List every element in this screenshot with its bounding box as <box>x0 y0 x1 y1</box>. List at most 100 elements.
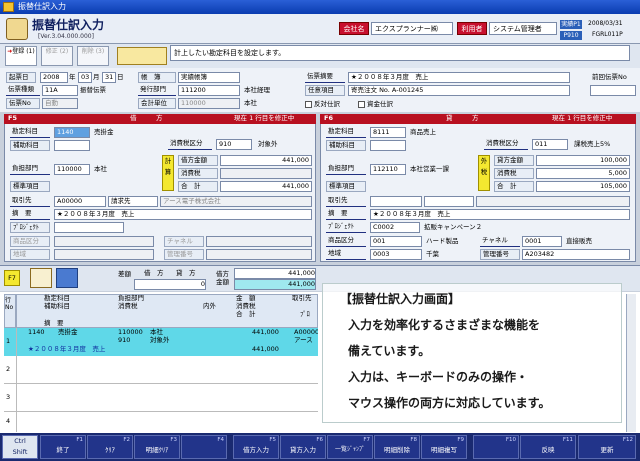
table-row[interactable]: 3 <box>4 384 318 412</box>
table-row[interactable]: 4 <box>4 412 318 432</box>
register-button[interactable]: ➜登録 (1) <box>5 46 37 66</box>
cell-total: 441,000 <box>252 345 279 353</box>
debit-partner-type[interactable]: 請求先 <box>108 196 158 207</box>
credit-memo-field[interactable]: ★２００８年３月度 売上 <box>370 209 630 220</box>
debit-project-field[interactable] <box>54 222 124 233</box>
summary-fkey: F7 <box>4 270 20 286</box>
user-label: 利用者 <box>457 22 487 35</box>
fkey-f4[interactable]: F4 <box>181 435 227 459</box>
fkey-label: 明細削除 <box>384 446 410 454</box>
fkey-f12-update[interactable]: F12 更新 <box>578 435 636 459</box>
window-title: 振替仕訳入力 <box>18 2 66 11</box>
credit-partner-type[interactable] <box>424 196 474 207</box>
debit-title: 借 方 <box>130 114 163 122</box>
fkey-f9-detail-copy[interactable]: F9 明細複写 <box>421 435 467 459</box>
slip-summary-field[interactable]: ★２００８年３月度 売上 <box>348 72 570 83</box>
col-partner: 取引先 <box>292 294 312 302</box>
issue-dept-field[interactable]: 111200 <box>178 85 240 96</box>
debit-channel-field <box>206 236 312 247</box>
debit-acct-field[interactable]: 1140 <box>54 127 90 138</box>
credit-channel-name: 直接販売 <box>566 237 592 245</box>
fkey-label: 明細複写 <box>431 446 457 454</box>
credit-memo-label: 摘 要 <box>326 209 366 220</box>
fkey-f8-detail-delete[interactable]: F8 明細削除 <box>374 435 420 459</box>
credit-product-field[interactable]: 001 <box>370 236 422 247</box>
correct-button[interactable]: 修正 (2) <box>41 46 73 66</box>
credit-partner-field[interactable] <box>370 196 422 207</box>
header-date: 2008/03/31 <box>588 20 623 27</box>
entry-month-field[interactable]: 03 <box>78 72 92 83</box>
row-no-header: 行No <box>4 294 16 328</box>
col-inner: 内外 <box>203 302 216 310</box>
company-label: 会社名 <box>339 22 369 35</box>
credit-area-field[interactable]: 0003 <box>370 249 422 260</box>
credit-acct-field[interactable]: 8111 <box>370 127 406 138</box>
notes-icon[interactable] <box>117 47 167 65</box>
debit-taxamt-field <box>220 168 312 179</box>
fkey-modifier: Ctrl Shift <box>2 435 38 459</box>
debit-dept-field[interactable]: 110000 <box>54 164 90 175</box>
message-box: 計上したい勘定科目を設定します。 <box>170 45 630 61</box>
credit-mgmt-field[interactable]: A203482 <box>522 249 630 260</box>
credit-channel-field[interactable]: 0001 <box>522 236 562 247</box>
fkey-f2-clear[interactable]: F2 ｸﾘｱ <box>87 435 133 459</box>
debit-total-label: 合 計 <box>178 181 218 192</box>
fkey-f11-apply[interactable]: F11 反映 <box>520 435 576 459</box>
entry-day-field[interactable]: 31 <box>102 72 116 83</box>
credit-fkey: F6 <box>324 114 333 122</box>
slip-type-field[interactable]: 11A <box>42 85 78 96</box>
entry-date-label: 起票日 <box>6 72 36 83</box>
debit-partner-field[interactable]: A00000 <box>54 196 106 207</box>
reverse-journal-checkbox[interactable]: 反対仕訳 <box>305 99 340 110</box>
credit-acct-name: 商品売上 <box>410 128 436 136</box>
col-sub: 補助科目 <box>44 302 70 310</box>
debit-std-label: 標準項目 <box>10 181 50 192</box>
book-label: 帳 簿 <box>138 72 176 83</box>
credit-tax-field[interactable]: 011 <box>532 139 568 150</box>
fkey-number: F11 <box>562 437 573 443</box>
book-field[interactable]: 実績帳簿 <box>178 72 240 83</box>
promo-line-3: 入力は、キーボードのみの操作・ <box>348 370 529 384</box>
debit-tax-field[interactable]: 910 <box>216 139 252 150</box>
slip-type-label: 伝票種類 <box>6 85 40 96</box>
fkey-f3-detail-clear[interactable]: F3 明細ｸﾘｱ <box>134 435 180 459</box>
optional-item-field[interactable]: 寄売注文 No. A-001245 <box>348 85 570 96</box>
debit-status: 現在 1 行目を修正中 <box>234 114 295 122</box>
fund-journal-checkbox[interactable]: 資金仕訳 <box>358 99 393 110</box>
debit-partner-name: アース電子株式会社 <box>160 196 312 207</box>
app-version: [Ver.3.04.000.000] <box>38 33 94 40</box>
debit-sub-field[interactable] <box>54 140 90 151</box>
grid-scrollbar[interactable] <box>626 294 636 432</box>
credit-project-field[interactable]: C0002 <box>370 222 420 233</box>
debit-mgmt-field <box>206 249 312 260</box>
delete-button[interactable]: 削除 (3) <box>77 46 109 66</box>
fkey-f10[interactable]: F10 <box>473 435 519 459</box>
col-total: 合 計 <box>236 310 256 318</box>
credit-sub-field[interactable] <box>370 140 406 151</box>
debit-amt-field[interactable]: 441,000 <box>220 155 312 166</box>
fkey-label: 反映 <box>541 446 555 454</box>
swap-icon[interactable] <box>56 268 78 288</box>
table-row[interactable]: 2 <box>4 356 318 384</box>
fkey-number: F9 <box>457 437 464 443</box>
cell-memo: ★２００８年３月度 売上 <box>28 345 106 353</box>
debit-tax-label: 消費税区分 <box>168 139 212 150</box>
credit-amt-field[interactable]: 100,000 <box>536 155 630 166</box>
credit-taxamt-field[interactable]: 5,000 <box>536 168 630 179</box>
fkey-number: F4 <box>217 437 224 443</box>
fkey-number: F7 <box>363 437 370 443</box>
fkey-f6-credit-entry[interactable]: F6 貸方入力 <box>280 435 326 459</box>
credit-dept-name: 本社営業一課 <box>410 165 449 173</box>
debit-memo-field[interactable]: ★２００８年３月度 売上 <box>54 209 312 220</box>
fkey-f7-list-jump[interactable]: F7 一覧ｼﾞｬﾝﾌﾟ <box>327 435 373 459</box>
fkey-f1-close[interactable]: F1 終了 <box>40 435 86 459</box>
calculator-icon[interactable] <box>30 268 52 288</box>
credit-dept-field[interactable]: 112110 <box>370 164 406 175</box>
fkey-f5-debit-entry[interactable]: F5 借方入力 <box>233 435 279 459</box>
debit-taxamt-label: 消費税 <box>178 168 218 179</box>
entry-year-field[interactable]: 2008 <box>40 72 68 83</box>
fkey-label: 明細ｸﾘｱ <box>145 446 169 454</box>
credit-taxamt-label: 消費税 <box>494 168 534 179</box>
fkey-number: F6 <box>316 437 323 443</box>
journal-icon <box>6 18 28 40</box>
